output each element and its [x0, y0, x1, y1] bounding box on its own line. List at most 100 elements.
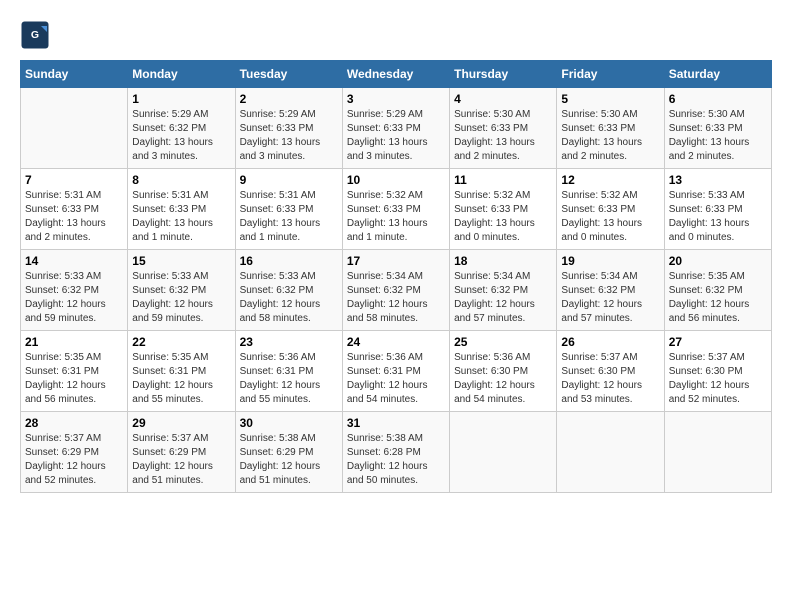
day-number: 30: [240, 416, 338, 430]
day-info: Sunrise: 5:33 AM Sunset: 6:32 PM Dayligh…: [132, 270, 230, 326]
calendar-cell: 5 Sunrise: 5:30 AM Sunset: 6:33 PM Daylig…: [557, 88, 664, 169]
calendar-cell: 6 Sunrise: 5:30 AM Sunset: 6:33 PM Daylig…: [664, 88, 771, 169]
day-number: 26: [561, 335, 659, 349]
day-number: 15: [132, 254, 230, 268]
calendar-cell: 26 Sunrise: 5:37 AM Sunset: 6:30 PM Dayli…: [557, 331, 664, 412]
calendar-cell: 10 Sunrise: 5:32 AM Sunset: 6:33 PM Dayli…: [342, 169, 449, 250]
day-number: 31: [347, 416, 445, 430]
calendar-header-row: SundayMondayTuesdayWednesdayThursdayFrid…: [21, 61, 772, 88]
day-info: Sunrise: 5:29 AM Sunset: 6:32 PM Dayligh…: [132, 108, 230, 164]
day-info: Sunrise: 5:35 AM Sunset: 6:31 PM Dayligh…: [25, 351, 123, 407]
day-info: Sunrise: 5:34 AM Sunset: 6:32 PM Dayligh…: [347, 270, 445, 326]
calendar-cell: 24 Sunrise: 5:36 AM Sunset: 6:31 PM Dayli…: [342, 331, 449, 412]
day-info: Sunrise: 5:36 AM Sunset: 6:31 PM Dayligh…: [347, 351, 445, 407]
day-info: Sunrise: 5:36 AM Sunset: 6:31 PM Dayligh…: [240, 351, 338, 407]
day-number: 8: [132, 173, 230, 187]
calendar-cell: 27 Sunrise: 5:37 AM Sunset: 6:30 PM Dayli…: [664, 331, 771, 412]
calendar-cell: 30 Sunrise: 5:38 AM Sunset: 6:29 PM Dayli…: [235, 412, 342, 493]
day-info: Sunrise: 5:37 AM Sunset: 6:30 PM Dayligh…: [669, 351, 767, 407]
logo: G: [20, 20, 54, 50]
day-number: 27: [669, 335, 767, 349]
calendar-cell: 19 Sunrise: 5:34 AM Sunset: 6:32 PM Dayli…: [557, 250, 664, 331]
day-info: Sunrise: 5:38 AM Sunset: 6:28 PM Dayligh…: [347, 432, 445, 488]
calendar-cell: 23 Sunrise: 5:36 AM Sunset: 6:31 PM Dayli…: [235, 331, 342, 412]
day-info: Sunrise: 5:30 AM Sunset: 6:33 PM Dayligh…: [669, 108, 767, 164]
day-number: 12: [561, 173, 659, 187]
day-number: 24: [347, 335, 445, 349]
day-info: Sunrise: 5:31 AM Sunset: 6:33 PM Dayligh…: [240, 189, 338, 245]
calendar-cell: 21Sunrise: 5:35 AM Sunset: 6:31 PM Dayli…: [21, 331, 128, 412]
calendar-cell: 1 Sunrise: 5:29 AM Sunset: 6:32 PM Daylig…: [128, 88, 235, 169]
day-info: Sunrise: 5:37 AM Sunset: 6:30 PM Dayligh…: [561, 351, 659, 407]
day-info: Sunrise: 5:37 AM Sunset: 6:29 PM Dayligh…: [132, 432, 230, 488]
day-info: Sunrise: 5:29 AM Sunset: 6:33 PM Dayligh…: [347, 108, 445, 164]
day-info: Sunrise: 5:31 AM Sunset: 6:33 PM Dayligh…: [132, 189, 230, 245]
day-number: 11: [454, 173, 552, 187]
day-info: Sunrise: 5:30 AM Sunset: 6:33 PM Dayligh…: [454, 108, 552, 164]
calendar-cell: 13Sunrise: 5:33 AM Sunset: 6:33 PM Dayli…: [664, 169, 771, 250]
calendar-cell: [21, 88, 128, 169]
day-info: Sunrise: 5:32 AM Sunset: 6:33 PM Dayligh…: [454, 189, 552, 245]
day-info: Sunrise: 5:32 AM Sunset: 6:33 PM Dayligh…: [347, 189, 445, 245]
day-number: 23: [240, 335, 338, 349]
calendar-cell: 22 Sunrise: 5:35 AM Sunset: 6:31 PM Dayli…: [128, 331, 235, 412]
day-number: 10: [347, 173, 445, 187]
day-number: 9: [240, 173, 338, 187]
logo-icon: G: [20, 20, 50, 50]
calendar-header-saturday: Saturday: [664, 61, 771, 88]
calendar-cell: 7 Sunrise: 5:31 AM Sunset: 6:33 PM Daylig…: [21, 169, 128, 250]
calendar-cell: [557, 412, 664, 493]
day-number: 6: [669, 92, 767, 106]
calendar-cell: 25 Sunrise: 5:36 AM Sunset: 6:30 PM Dayli…: [450, 331, 557, 412]
day-info: Sunrise: 5:30 AM Sunset: 6:33 PM Dayligh…: [561, 108, 659, 164]
calendar-header-monday: Monday: [128, 61, 235, 88]
day-info: Sunrise: 5:33 AM Sunset: 6:32 PM Dayligh…: [240, 270, 338, 326]
calendar-header-wednesday: Wednesday: [342, 61, 449, 88]
day-number: 7: [25, 173, 123, 187]
day-number: 22: [132, 335, 230, 349]
calendar-cell: 28 Sunrise: 5:37 AM Sunset: 6:29 PM Dayli…: [21, 412, 128, 493]
calendar-cell: 16 Sunrise: 5:33 AM Sunset: 6:32 PM Dayli…: [235, 250, 342, 331]
calendar-cell: [450, 412, 557, 493]
calendar-cell: 4 Sunrise: 5:30 AM Sunset: 6:33 PM Daylig…: [450, 88, 557, 169]
calendar-table: SundayMondayTuesdayWednesdayThursdayFrid…: [20, 60, 772, 493]
calendar-cell: 18Sunrise: 5:34 AM Sunset: 6:32 PM Dayli…: [450, 250, 557, 331]
day-number: 3: [347, 92, 445, 106]
day-number: 28: [25, 416, 123, 430]
day-number: 20: [669, 254, 767, 268]
calendar-cell: 29 Sunrise: 5:37 AM Sunset: 6:29 PM Dayli…: [128, 412, 235, 493]
calendar-cell: 3 Sunrise: 5:29 AM Sunset: 6:33 PM Daylig…: [342, 88, 449, 169]
calendar-week-2: 7 Sunrise: 5:31 AM Sunset: 6:33 PM Daylig…: [21, 169, 772, 250]
day-number: 4: [454, 92, 552, 106]
day-number: 17: [347, 254, 445, 268]
day-info: Sunrise: 5:38 AM Sunset: 6:29 PM Dayligh…: [240, 432, 338, 488]
day-number: 2: [240, 92, 338, 106]
day-info: Sunrise: 5:37 AM Sunset: 6:29 PM Dayligh…: [25, 432, 123, 488]
calendar-cell: 15 Sunrise: 5:33 AM Sunset: 6:32 PM Dayli…: [128, 250, 235, 331]
calendar-cell: [664, 412, 771, 493]
calendar-cell: 8 Sunrise: 5:31 AM Sunset: 6:33 PM Daylig…: [128, 169, 235, 250]
day-info: Sunrise: 5:29 AM Sunset: 6:33 PM Dayligh…: [240, 108, 338, 164]
day-info: Sunrise: 5:36 AM Sunset: 6:30 PM Dayligh…: [454, 351, 552, 407]
day-number: 5: [561, 92, 659, 106]
calendar-cell: 17 Sunrise: 5:34 AM Sunset: 6:32 PM Dayli…: [342, 250, 449, 331]
day-number: 29: [132, 416, 230, 430]
day-number: 14: [25, 254, 123, 268]
calendar-header-sunday: Sunday: [21, 61, 128, 88]
day-info: Sunrise: 5:31 AM Sunset: 6:33 PM Dayligh…: [25, 189, 123, 245]
day-info: Sunrise: 5:35 AM Sunset: 6:31 PM Dayligh…: [132, 351, 230, 407]
page-header: G: [20, 20, 772, 50]
day-number: 1: [132, 92, 230, 106]
calendar-header-tuesday: Tuesday: [235, 61, 342, 88]
day-info: Sunrise: 5:34 AM Sunset: 6:32 PM Dayligh…: [454, 270, 552, 326]
calendar-week-1: 1 Sunrise: 5:29 AM Sunset: 6:32 PM Daylig…: [21, 88, 772, 169]
calendar-header-friday: Friday: [557, 61, 664, 88]
calendar-cell: 11 Sunrise: 5:32 AM Sunset: 6:33 PM Dayli…: [450, 169, 557, 250]
calendar-cell: 31 Sunrise: 5:38 AM Sunset: 6:28 PM Dayli…: [342, 412, 449, 493]
day-number: 19: [561, 254, 659, 268]
day-info: Sunrise: 5:34 AM Sunset: 6:32 PM Dayligh…: [561, 270, 659, 326]
calendar-header-thursday: Thursday: [450, 61, 557, 88]
calendar-cell: 2 Sunrise: 5:29 AM Sunset: 6:33 PM Daylig…: [235, 88, 342, 169]
day-number: 16: [240, 254, 338, 268]
day-number: 25: [454, 335, 552, 349]
